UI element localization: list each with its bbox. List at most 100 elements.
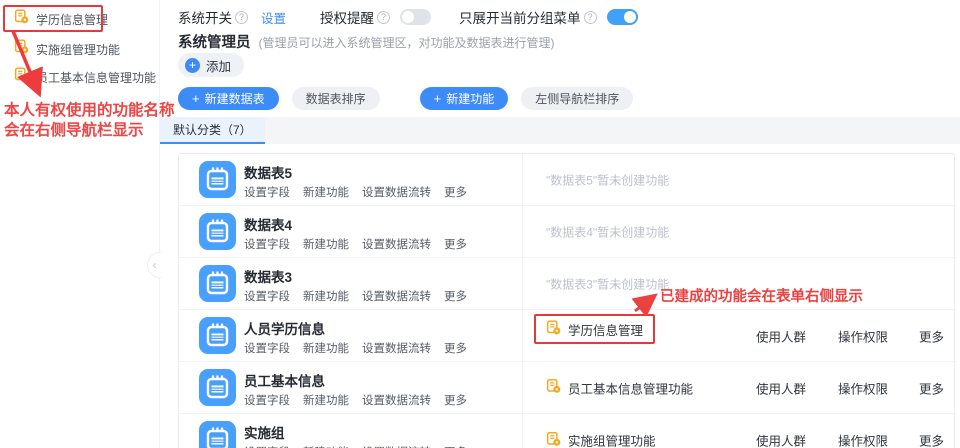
datasheet-name: 数据表4 [244, 218, 293, 233]
action-set-fields[interactable]: 设置字段 [244, 392, 290, 408]
app-window: 学历信息管理 实施组管理功能 员工基本信息管理功能 本人有权使用的功能名称 会在… [0, 0, 960, 448]
datasheet-name: 员工基本信息 [244, 374, 325, 389]
action-set-fields[interactable]: 设置字段 [244, 236, 290, 252]
no-function-status: "数据表3"暂未创建功能 [546, 277, 670, 291]
system-switch-label: 系统开关 [178, 11, 232, 26]
action-more[interactable]: 更多 [444, 184, 467, 200]
plus-icon: + [185, 57, 200, 73]
admin-row: 系统管理员 (管理员可以进入系统管理区，对功能及数据表进行管理) [178, 31, 555, 52]
function-link[interactable]: 实施组管理功能 [546, 431, 656, 448]
main-panel: 系统开关 ? 设置 授权提醒 ? 只展开当前分组菜单 ? 系统管理员 (管理员可… [160, 0, 960, 448]
datasheet-icon [199, 213, 236, 255]
auth-reminder-toggle[interactable] [400, 9, 432, 25]
row-actions: 设置字段 新建功能 设置数据流转 更多 [244, 392, 467, 408]
plus-icon: + [433, 91, 442, 106]
action-new-function[interactable]: 新建功能 [303, 236, 349, 252]
annotation-note-table: 已建成的功能会在表单右侧显示 [660, 289, 863, 305]
function-link[interactable]: 员工基本信息管理功能 [546, 378, 693, 397]
sidebar: 学历信息管理 实施组管理功能 员工基本信息管理功能 本人有权使用的功能名称 会在… [0, 0, 175, 448]
action-data-flow[interactable]: 设置数据流转 [362, 184, 431, 200]
users-link[interactable]: 使用人群 [756, 326, 806, 345]
datasheet-icon [199, 161, 236, 203]
annotation-highlight-box[interactable]: 学历信息管理 [534, 314, 656, 344]
action-new-function[interactable]: 新建功能 [303, 444, 349, 448]
action-new-function[interactable]: 新建功能 [303, 184, 349, 200]
row-actions: 设置字段 新建功能 设置数据流转 更多 [244, 444, 467, 448]
no-function-status: "数据表5"暂未创建功能 [546, 173, 670, 187]
action-set-fields[interactable]: 设置字段 [244, 288, 290, 304]
tab-default-category[interactable]: 默认分类（7） [160, 117, 265, 144]
permissions-link[interactable]: 操作权限 [838, 378, 888, 397]
table-row: 实施组 设置字段 新建功能 设置数据流转 更多 实施组管理功能 [179, 414, 954, 448]
action-data-flow[interactable]: 设置数据流转 [362, 288, 431, 304]
datasheet-name: 实施组 [244, 426, 285, 441]
row-actions: 设置字段 新建功能 设置数据流转 更多 [244, 236, 467, 252]
function-doc-icon [14, 39, 29, 59]
category-tabstrip: 默认分类（7） [160, 117, 960, 144]
users-link[interactable]: 使用人群 [756, 378, 806, 397]
add-admin-button[interactable]: + 添加 [178, 53, 245, 77]
datasheet-name: 数据表5 [244, 166, 293, 181]
action-data-flow[interactable]: 设置数据流转 [362, 236, 431, 252]
new-datasheet-button[interactable]: + 新建数据表 [178, 87, 279, 110]
expand-group-toggle[interactable] [606, 9, 638, 25]
no-function-status: "数据表4"暂未创建功能 [546, 225, 670, 239]
new-datasheet-label: 新建数据表 [204, 92, 265, 106]
table-row: 数据表4 设置字段 新建功能 设置数据流转 更多 "数据表4"暂未创建功能 [179, 206, 954, 258]
add-admin-label: 添加 [206, 59, 232, 74]
datasheet-icon [199, 421, 236, 448]
function-label: 员工基本信息管理功能 [568, 382, 694, 396]
new-function-button[interactable]: + 新建功能 [419, 87, 509, 110]
more-link[interactable]: 更多 [919, 378, 944, 397]
tab-label: 默认分类（7） [173, 123, 252, 137]
more-link[interactable]: 更多 [919, 431, 944, 448]
more-link[interactable]: 更多 [919, 326, 944, 345]
action-data-flow[interactable]: 设置数据流转 [362, 340, 431, 356]
permissions-link[interactable]: 操作权限 [838, 431, 888, 448]
action-set-fields[interactable]: 设置字段 [244, 340, 290, 356]
sidebar-collapse-handle[interactable]: ‹ [147, 252, 161, 278]
function-doc-icon [546, 379, 561, 397]
help-icon[interactable]: ? [377, 10, 391, 24]
function-link[interactable]: 学历信息管理 [568, 320, 643, 339]
function-doc-icon [546, 431, 561, 448]
sidebar-item-label: 实施组管理功能 [36, 42, 121, 57]
action-new-function[interactable]: 新建功能 [303, 340, 349, 356]
expand-group-label: 只展开当前分组菜单 [459, 11, 581, 26]
action-more[interactable]: 更多 [444, 236, 467, 252]
settings-link[interactable]: 设置 [261, 8, 286, 27]
action-data-flow[interactable]: 设置数据流转 [362, 444, 431, 448]
auth-reminder-label: 授权提醒 [320, 11, 375, 26]
users-link[interactable]: 使用人群 [756, 431, 806, 448]
sidebar-item-label: 员工基本信息管理功能 [36, 70, 157, 85]
sidebar-item-shishizu[interactable]: 实施组管理功能 [14, 37, 120, 61]
datasheet-icon [199, 265, 236, 307]
row-actions: 设置字段 新建功能 设置数据流转 更多 [244, 340, 467, 356]
datasheet-icon [199, 317, 236, 359]
row-actions: 设置字段 新建功能 设置数据流转 更多 [244, 288, 467, 304]
action-more[interactable]: 更多 [444, 340, 467, 356]
datasheet-sort-button[interactable]: 数据表排序 [291, 87, 380, 110]
annotation-highlight-box [3, 5, 103, 32]
function-doc-icon [14, 67, 29, 87]
action-new-function[interactable]: 新建功能 [303, 392, 349, 408]
help-icon[interactable]: ? [235, 10, 248, 24]
action-more[interactable]: 更多 [444, 444, 467, 448]
help-icon[interactable]: ? [583, 10, 597, 24]
action-set-fields[interactable]: 设置字段 [244, 444, 290, 448]
action-set-fields[interactable]: 设置字段 [244, 184, 290, 200]
toolbar: + 新建数据表 数据表排序 + 新建功能 左侧导航栏排序 [178, 87, 634, 110]
settings-row: 系统开关 ? 设置 授权提醒 ? 只展开当前分组菜单 ? [178, 6, 638, 28]
datasheet-icon [199, 369, 236, 411]
action-more[interactable]: 更多 [444, 392, 467, 408]
function-label: 实施组管理功能 [568, 434, 656, 448]
action-new-function[interactable]: 新建功能 [303, 288, 349, 304]
nav-sort-button[interactable]: 左侧导航栏排序 [521, 87, 634, 110]
function-doc-icon [546, 320, 561, 338]
action-more[interactable]: 更多 [444, 288, 467, 304]
admin-note: (管理员可以进入系统管理区，对功能及数据表进行管理) [258, 36, 555, 50]
sidebar-item-yuangong[interactable]: 员工基本信息管理功能 [14, 65, 156, 89]
table-row: 员工基本信息 设置字段 新建功能 设置数据流转 更多 员工基本信息管理功能 使用… [179, 362, 954, 414]
permissions-link[interactable]: 操作权限 [838, 326, 888, 345]
action-data-flow[interactable]: 设置数据流转 [362, 392, 431, 408]
